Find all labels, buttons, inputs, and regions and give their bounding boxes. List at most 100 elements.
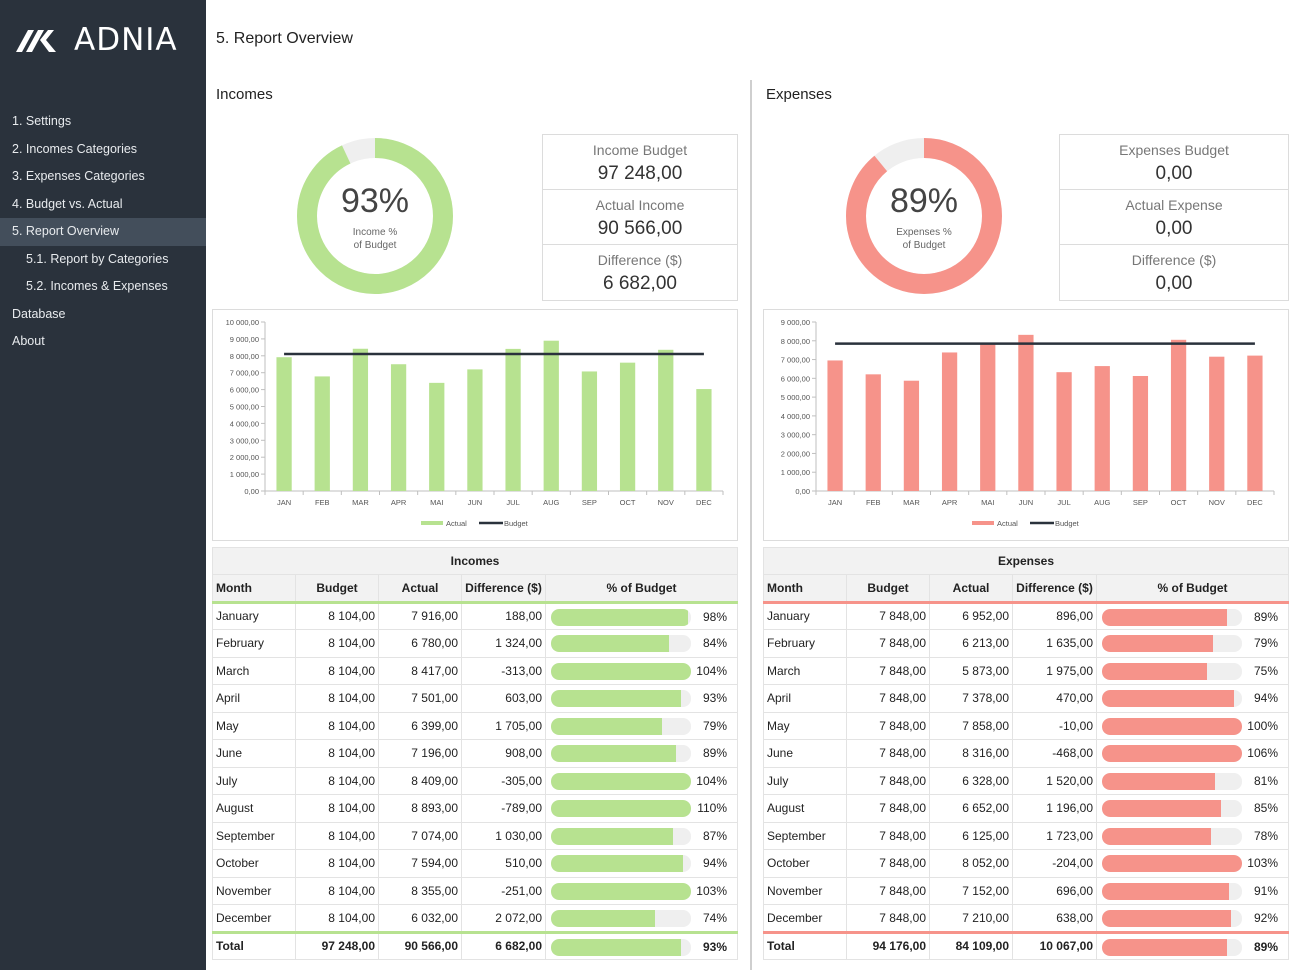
- percent-label: 75%: [1253, 663, 1278, 678]
- y-tick-label: 3 000,00: [781, 431, 810, 440]
- table-row: June 8 104,00 7 196,00 908,00 89%: [212, 739, 738, 768]
- progress-bar: [551, 938, 691, 956]
- cell-budget: 7 848,00: [846, 629, 930, 658]
- column-header[interactable]: Difference ($): [461, 574, 546, 604]
- cell-month: May: [212, 711, 296, 740]
- kpi-expenses-budget: Expenses Budget 0,00: [1060, 135, 1288, 190]
- y-tick-label: 6 000,00: [230, 386, 259, 395]
- progress-bar: [551, 608, 691, 626]
- cell-difference: 1 030,00: [461, 821, 546, 850]
- cell-percent-of-budget: 89%: [1096, 930, 1289, 960]
- table-row: March 8 104,00 8 417,00 -313,00 104%: [212, 656, 738, 685]
- column-header[interactable]: Actual: [929, 574, 1013, 604]
- expenses-section-title: Expenses: [766, 86, 832, 103]
- y-tick-label: 5 000,00: [230, 403, 259, 412]
- column-header[interactable]: Budget: [846, 574, 930, 604]
- sidebar-item-1-settings[interactable]: 1. Settings: [0, 108, 206, 136]
- column-header[interactable]: Actual: [378, 574, 462, 604]
- expense-chart-svg: 0,00 1 000,00 2 000,00 3 000,00 4 000,00 5 00…: [781, 318, 1275, 528]
- progress-bar-fill: [1102, 800, 1221, 817]
- cell-actual: 8 052,00: [929, 849, 1013, 878]
- donut-caption-line2: of Budget: [353, 240, 397, 251]
- column-header[interactable]: % of Budget: [545, 574, 738, 604]
- cell-percent-of-budget: 75%: [1096, 656, 1289, 685]
- bar-actual-dec: [696, 389, 712, 491]
- sidebar-item-5-report-overview[interactable]: 5. Report Overview: [0, 218, 206, 246]
- sidebar-item-about[interactable]: About: [0, 328, 206, 356]
- logo[interactable]: ADNIA: [14, 20, 178, 60]
- cell-actual: 8 316,00: [929, 739, 1013, 768]
- table-row: January 8 104,00 7 916,00 188,00 98%: [212, 601, 738, 630]
- bar-actual-mar: [352, 348, 369, 491]
- x-tick-label: JUL: [506, 498, 519, 507]
- cell-month: March: [763, 656, 847, 685]
- cell-difference: 908,00: [461, 739, 546, 768]
- x-tick-label: MAR: [903, 498, 920, 507]
- total-row: Total 97 248,00 90 566,00 6 682,00 93%: [212, 930, 738, 960]
- progress-bar: [1102, 800, 1242, 817]
- x-tick-label: SEP: [582, 498, 597, 507]
- sidebar-item-3-expenses-categories[interactable]: 3. Expenses Categories: [0, 163, 206, 191]
- column-header[interactable]: Difference ($): [1012, 574, 1097, 604]
- y-tick-label: 0,00: [795, 487, 810, 496]
- x-tick-label: AUG: [543, 498, 559, 507]
- expense-kpi-panel: Expenses Budget 0,00 Actual Expense 0,00…: [1059, 134, 1289, 301]
- cell-difference: 470,00: [1012, 684, 1097, 713]
- bar-actual-feb: [314, 376, 330, 491]
- table-row: September 8 104,00 7 074,00 1 030,00 87%: [212, 821, 738, 850]
- column-header[interactable]: % of Budget: [1096, 574, 1289, 604]
- y-tick-label: 5 000,00: [781, 393, 810, 402]
- cell-actual: 7 196,00: [378, 739, 462, 768]
- cell-month: October: [763, 849, 847, 878]
- sidebar-item-2-incomes-categories[interactable]: 2. Incomes Categories: [0, 136, 206, 164]
- progress-bar: [551, 800, 691, 817]
- bar-actual-aug: [543, 340, 559, 491]
- cell-actual: 6 652,00: [929, 794, 1013, 823]
- percent-label: 94%: [702, 856, 727, 870]
- y-tick-label: 2 000,00: [230, 453, 259, 462]
- y-tick-label: 4 000,00: [230, 419, 259, 428]
- donut-caption: Income % of Budget: [297, 226, 453, 252]
- progress-bar: [1102, 745, 1242, 762]
- x-tick-label: APR: [391, 498, 407, 507]
- incomes-section-title: Incomes: [216, 86, 273, 103]
- cell-difference: -204,00: [1012, 849, 1097, 878]
- cell-percent-of-budget: 93%: [545, 930, 738, 960]
- table-row: January 7 848,00 6 952,00 896,00 89%: [763, 601, 1289, 630]
- x-tick-label: MAI: [430, 498, 443, 507]
- progress-bar-fill: [551, 608, 689, 626]
- cell-budget: 7 848,00: [846, 849, 930, 878]
- table-row: April 8 104,00 7 501,00 603,00 93%: [212, 684, 738, 713]
- percent-label: 79%: [1253, 636, 1278, 650]
- sidebar-item-database[interactable]: Database: [0, 301, 206, 329]
- kpi-label: Actual Income: [595, 197, 685, 213]
- y-tick-label: 2 000,00: [781, 449, 810, 458]
- cell-actual: 8 893,00: [378, 794, 462, 823]
- cell-percent-of-budget: 85%: [1096, 794, 1289, 823]
- sidebar-item-5-1-report-by-categories[interactable]: 5.1. Report by Categories: [0, 246, 206, 274]
- x-tick-label: SEP: [1133, 498, 1148, 507]
- column-header[interactable]: Budget: [295, 574, 379, 604]
- cell-budget: 7 848,00: [846, 766, 930, 795]
- sidebar-item-5-2-incomes-expenses[interactable]: 5.2. Incomes & Expenses: [0, 273, 206, 301]
- y-tick-label: 8 000,00: [230, 352, 259, 361]
- column-header[interactable]: Month: [212, 574, 296, 604]
- percent-label: 92%: [1253, 911, 1278, 925]
- column-header[interactable]: Month: [763, 574, 847, 604]
- cell-month: June: [763, 739, 847, 768]
- cell-month: January: [212, 601, 296, 630]
- progress-bar-fill: [551, 882, 691, 900]
- cell-month: Total: [763, 930, 847, 960]
- sidebar: ADNIA 1. Settings 2. Incomes Categories 3.…: [0, 0, 206, 970]
- sidebar-item-4-budget-vs-actual[interactable]: 4. Budget vs. Actual: [0, 191, 206, 219]
- cell-difference: 1 723,00: [1012, 821, 1097, 850]
- x-tick-label: MAI: [981, 498, 994, 507]
- cell-month: December: [763, 904, 847, 933]
- progress-bar: [1102, 827, 1242, 845]
- table-row: December 7 848,00 7 210,00 638,00 92%: [763, 904, 1289, 933]
- bar-actual-oct: [1170, 339, 1187, 491]
- cell-difference: 1 196,00: [1012, 794, 1097, 823]
- kpi-value: 0,00: [1155, 163, 1193, 184]
- cell-budget: 7 848,00: [846, 601, 930, 630]
- progress-bar-fill: [1102, 882, 1230, 900]
